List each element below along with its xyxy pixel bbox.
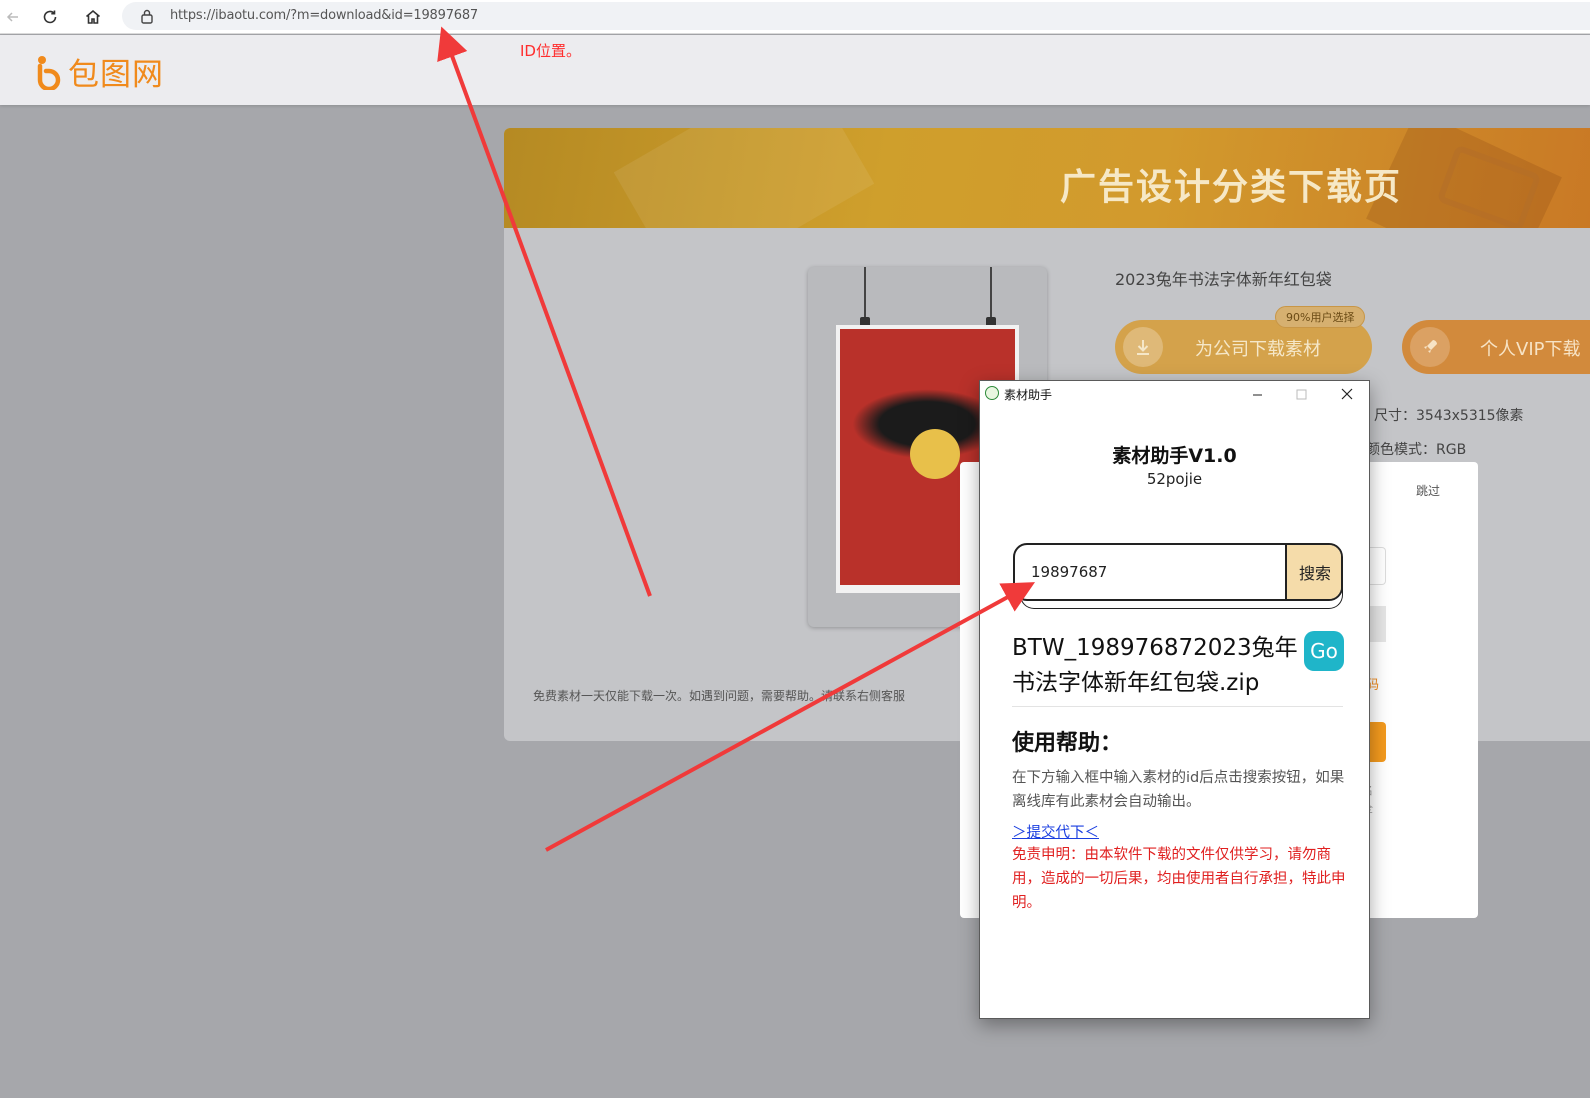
home-icon[interactable] <box>80 4 106 30</box>
lock-icon[interactable] <box>140 8 154 28</box>
site-header: 包图网 <box>0 35 1590 105</box>
banner-decoration <box>613 128 875 228</box>
url-text[interactable]: https://ibaotu.com/?m=download&id=198976… <box>170 8 478 23</box>
reload-icon[interactable] <box>37 4 63 30</box>
go-button[interactable]: Go <box>1304 631 1344 671</box>
help-text: 在下方输入框中输入素材的id后点击搜索按钮，如果离线库有此素材会自动输出。 <box>1012 770 1345 810</box>
help-title: 使用帮助： <box>1012 731 1123 756</box>
popular-badge: 90%用户选择 <box>1275 306 1366 328</box>
address-bar[interactable]: https://ibaotu.com/?m=download&id=198976… <box>122 2 1590 30</box>
item-title: 2023兔年书法字体新年红包袋 <box>1115 270 1332 289</box>
helper-window: 素材助手 素材助手V1.0 52pojie 搜索 BTW_19897687202… <box>979 380 1370 1019</box>
search-button[interactable]: 搜索 <box>1285 545 1341 599</box>
download-footnote: 免费素材一天仅能下载一次。如遇到问题，需要帮助。请联系右侧客服 <box>533 689 906 703</box>
result-file-name: BTW_198976872023兔年书法字体新年红包袋.zip <box>1012 635 1298 696</box>
divider <box>1012 706 1343 707</box>
window-titlebar[interactable]: 素材助手 <box>980 381 1369 407</box>
disclaimer-text: 免责申明：由本软件下载的文件仅供学习，请勿商用，造成的一切后果，均由使用者自行承… <box>1012 847 1346 911</box>
poster-string <box>990 267 992 321</box>
app-subheading: 52pojie <box>1146 470 1203 488</box>
banner-title: 广告设计分类下载页 <box>1060 167 1403 208</box>
company-download-label: 为公司下载素材 <box>1195 339 1321 360</box>
submit-request-link[interactable]: ＞提交代下＜ <box>1012 821 1099 842</box>
app-heading: 素材助手V1.0 <box>1112 445 1237 467</box>
logo-text: 包图网 <box>68 57 164 93</box>
poster-string <box>864 267 866 321</box>
minimize-icon[interactable] <box>1235 381 1279 407</box>
maximize-icon[interactable] <box>1279 381 1323 407</box>
category-banner: 广告设计分类下载页 <box>504 128 1590 228</box>
app-icon <box>985 386 999 400</box>
close-icon[interactable] <box>1325 381 1369 407</box>
browser-toolbar: https://ibaotu.com/?m=download&id=198976… <box>0 0 1590 34</box>
back-icon[interactable] <box>0 4 26 30</box>
download-icon <box>1123 327 1163 367</box>
vip-download-label: 个人VIP下载 <box>1480 339 1581 360</box>
site-logo[interactable]: 包图网 <box>36 49 164 94</box>
color-mode: 颜色模式：RGB <box>1366 442 1467 458</box>
image-size: 尺寸：3543x5315像素 <box>1374 408 1524 424</box>
vip-download-button[interactable]: 个人VIP下载 <box>1402 320 1590 374</box>
search-input[interactable] <box>1015 545 1285 599</box>
window-title: 素材助手 <box>1004 388 1053 402</box>
id-annotation: ID位置。 <box>520 42 581 60</box>
skip-button[interactable]: 跳过 <box>1416 482 1440 499</box>
rocket-icon <box>1410 327 1450 367</box>
gold-ornament <box>910 429 960 479</box>
search-box: 搜索 <box>1013 543 1343 601</box>
logo-mark-icon <box>37 55 61 90</box>
